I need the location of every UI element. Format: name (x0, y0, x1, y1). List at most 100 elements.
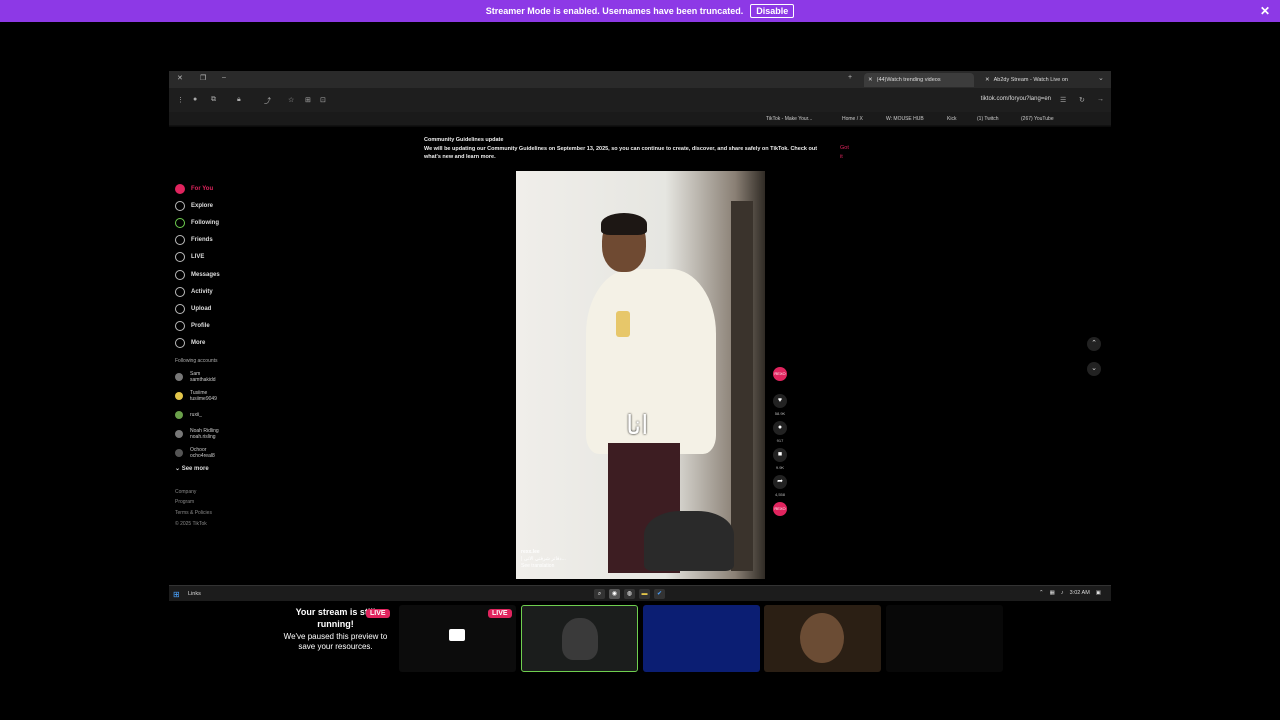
extension-icon[interactable]: ⧉ (211, 96, 216, 104)
folder-icon[interactable]: ▬ (639, 589, 650, 599)
forward-icon[interactable]: → (1097, 96, 1104, 103)
chevron-up-icon[interactable]: ⌃ (1087, 337, 1101, 351)
got-it-button[interactable]: Got it (840, 144, 849, 161)
sidebar-item-explore[interactable]: Explore (175, 197, 259, 214)
home-icon (175, 183, 185, 194)
new-tab-icon[interactable]: + (848, 74, 852, 81)
address-bar: ⋮ ● ⧉ 🔒︎ ⤴ ☆ ⊞ ⊡ tiktok.com/foryou?lang=… (169, 88, 1111, 112)
browser-tab[interactable]: ✕ (44)Watch trending videos (864, 73, 974, 87)
shares-count: 4,558 (774, 492, 785, 497)
video-overlay-text: انا (626, 411, 649, 441)
following-account[interactable]: Sam samthakidd (175, 368, 259, 387)
video-caption: rexx.lee | دفاتر شرفتي الاتى... See tran… (521, 549, 566, 570)
discord-icon[interactable]: ◍ (624, 589, 635, 599)
notice-title: Community Guidelines update (424, 137, 504, 143)
following-account[interactable]: Ochoor ocho4real8 (175, 444, 259, 463)
bookmark-item[interactable]: W: MOUSE HUB (886, 116, 924, 122)
sidebar-item-profile[interactable]: Profile (175, 318, 259, 335)
stream-preview-portrait[interactable] (764, 605, 881, 672)
following-account[interactable]: Tusiime tusiime9049 (175, 387, 259, 406)
account-handle: tusiime9049 (190, 396, 217, 403)
sidebar-item-for-you[interactable]: For You (175, 180, 259, 197)
chrome-icon[interactable]: ◉ (609, 589, 620, 599)
star-icon[interactable]: ☆ (288, 96, 294, 104)
avatar (175, 430, 183, 439)
windows-start-icon[interactable]: ⊞ (173, 590, 180, 599)
share-icon[interactable]: ➦ (773, 475, 787, 489)
notice-body: We will be updating our Community Guidel… (424, 145, 818, 161)
video-player[interactable]: انا rexx.lee | دفاتر شرفتي الاتى... See … (516, 171, 765, 579)
minimize-window-icon[interactable]: – (222, 74, 226, 81)
menu-icon[interactable]: ⋮ (177, 96, 184, 104)
reload-icon[interactable]: ↻ (1079, 96, 1085, 104)
bookmark-item[interactable]: Home / X (842, 116, 863, 122)
tab-close-icon[interactable]: ✕ (985, 77, 990, 83)
video-author[interactable]: rexx.lee (521, 549, 566, 556)
sidebar-item-messages[interactable]: Messages (175, 266, 259, 283)
disable-button[interactable]: Disable (750, 4, 795, 18)
stream-preview-camera[interactable] (521, 605, 638, 672)
browser-tab[interactable]: ✕ Ab2dy Stream - Watch Live on (981, 73, 1089, 87)
chevron-down-icon[interactable]: ⌄ (1098, 74, 1104, 82)
volume-icon[interactable]: ♪ (1061, 590, 1064, 596)
bookmark-icon[interactable]: ■ (773, 448, 787, 462)
following-account[interactable]: Noah Ridling noah.risling (175, 425, 259, 444)
stream-preview-blue[interactable] (643, 605, 760, 672)
close-window-icon[interactable]: ✕ (177, 74, 183, 82)
taskbar-label[interactable]: Links (188, 591, 201, 597)
banner-message: Streamer Mode is enabled. Usernames have… (485, 6, 744, 16)
settings-icon[interactable]: ☰ (1060, 96, 1066, 104)
profile-icon[interactable]: ● (193, 96, 197, 103)
sidebar-item-more[interactable]: More (175, 335, 259, 352)
video-frame-detail (586, 269, 716, 454)
sidebar-item-upload[interactable]: Upload (175, 300, 259, 317)
sidebar: For You Explore Following Friends LIVE M… (175, 180, 259, 529)
following-account[interactable]: ruxii_ (175, 406, 259, 425)
account-handle: ocho4real8 (190, 453, 215, 460)
tab-close-icon[interactable]: ✕ (868, 77, 873, 83)
url-field[interactable]: tiktok.com/foryou?lang=en (981, 96, 1051, 102)
chevron-down-icon[interactable]: ⌄ (1087, 362, 1101, 376)
account-handle: noah.risling (190, 434, 216, 441)
footer-link[interactable]: Company (175, 487, 259, 498)
sidebar-item-label: Friends (191, 237, 213, 244)
action-rail: REXO ♥ 58.9K ● 917 ■ 9.9K ➦ 4,558 REXO (769, 367, 791, 516)
stream-preview-dark[interactable] (886, 605, 1003, 672)
sidebar-item-live[interactable]: LIVE (175, 249, 259, 266)
extensions-icon[interactable]: ⊞ (305, 96, 311, 104)
bookmark-item[interactable]: Kick (947, 116, 956, 122)
sidebar-item-label: Messages (191, 271, 220, 278)
bookmarks-bar: TikTok - Make Your... Home / X W: MOUSE … (169, 112, 1111, 126)
footer-link[interactable]: Program (175, 497, 259, 508)
search-icon[interactable]: ⌕ (594, 589, 605, 599)
music-disc-icon[interactable]: REXO (773, 502, 787, 516)
bookmark-item[interactable]: TikTok - Make Your... (766, 116, 812, 122)
sidebar-item-friends[interactable]: Friends (175, 232, 259, 249)
video-frame-detail (616, 311, 630, 337)
tiktok-page: Community Guidelines update We will be u… (169, 127, 1111, 585)
screenshot-icon[interactable]: ⊡ (320, 96, 326, 104)
footer-link[interactable]: Terms & Policies (175, 508, 259, 519)
tray-chevron-icon[interactable]: ⌃ (1039, 590, 1044, 596)
bookmark-item[interactable]: (267) YouTube (1021, 116, 1054, 122)
see-more-button[interactable]: ⌄ See more (175, 465, 259, 472)
author-avatar[interactable]: REXO (773, 367, 787, 381)
app-icon[interactable]: ✔ (654, 589, 665, 599)
notifications-icon[interactable]: ▣ (1096, 590, 1101, 596)
lock-icon: 🔒︎ (237, 96, 241, 103)
share-icon[interactable]: ⤴ (264, 96, 271, 106)
sidebar-item-following[interactable]: Following (175, 214, 259, 231)
video-caption-text: | دفاتر شرفتي الاتى... (521, 556, 566, 562)
preview-portrait (800, 613, 844, 663)
close-icon[interactable]: ✕ (1260, 4, 1270, 18)
clock[interactable]: 3:02 AM (1070, 590, 1090, 596)
sidebar-item-activity[interactable]: Activity (175, 283, 259, 300)
sidebar-item-label: More (191, 340, 206, 347)
sidebar-item-label: Explore (191, 202, 214, 209)
restore-window-icon[interactable]: ❐ (200, 74, 206, 82)
bookmark-item[interactable]: (1) Twitch (977, 116, 999, 122)
heart-icon[interactable]: ♥ (773, 394, 787, 408)
comment-icon[interactable]: ● (773, 421, 787, 435)
tab-label: Ab2dy Stream - Watch Live on (993, 77, 1068, 83)
see-translation-link[interactable]: See translation (521, 563, 566, 570)
